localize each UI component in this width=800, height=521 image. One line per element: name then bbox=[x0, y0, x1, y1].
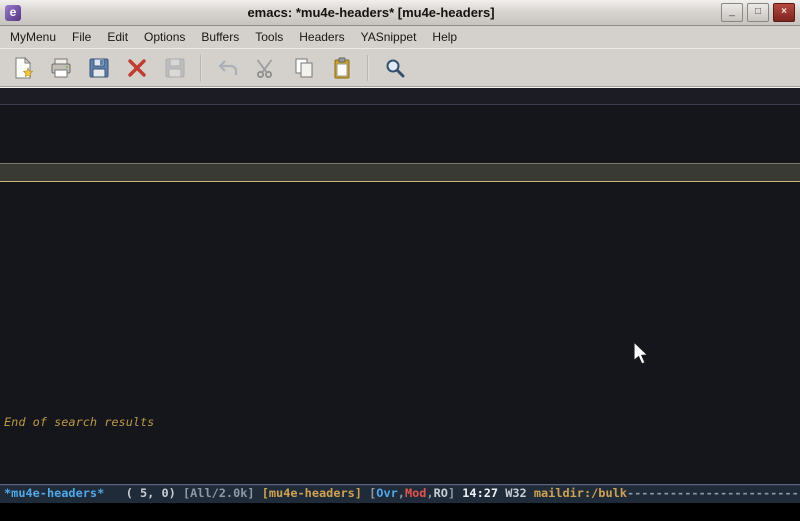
modeline-segment: Ovr bbox=[376, 486, 397, 500]
message-row[interactable]: 2012-08-10 uN Bastien | Re: [O] my captu… bbox=[0, 163, 800, 182]
menu-buffers[interactable]: Buffers bbox=[193, 27, 247, 47]
message-row[interactable]: 2012-08-10 uN Bastien | Re: [O] [PATCH] … bbox=[0, 255, 800, 270]
message-list: D -> delete uN Andreas Röhler | Re: movi… bbox=[0, 105, 800, 415]
message-row[interactable]: 2012-08-09 uN robertcInSD | Re: Invoking… bbox=[0, 400, 800, 415]
menu-tools[interactable]: Tools bbox=[247, 27, 291, 47]
print-icon[interactable] bbox=[44, 53, 77, 83]
menu-yasnippet[interactable]: YASnippet bbox=[353, 27, 425, 47]
message-row[interactable]: 2012-08-10 S Bastien + Re: [O] Using org… bbox=[0, 284, 800, 299]
message-row[interactable]: 2012-08-10 S Suvayu Ali | Re: Emacs for … bbox=[0, 386, 800, 401]
modeline-segment: , bbox=[398, 486, 405, 500]
emacs-window: e emacs: *mu4e-headers* [mu4e-headers] _… bbox=[0, 0, 800, 521]
empty-buffer-space bbox=[0, 430, 800, 484]
toolbar-separator bbox=[200, 55, 202, 81]
menu-file[interactable]: File bbox=[64, 27, 99, 47]
toolbar-separator bbox=[367, 55, 369, 81]
buffer-area: ▼ Date Flgs From/To Subject D -> delete … bbox=[0, 87, 800, 521]
message-row[interactable]: 2012-08-10 uN Mario Sanchez Prada | Expo… bbox=[0, 134, 800, 149]
modeline-segment: W32 bbox=[505, 486, 534, 500]
menu-options[interactable]: Options bbox=[136, 27, 193, 47]
maximize-button[interactable]: □ bbox=[747, 3, 769, 22]
modeline-segment: , bbox=[426, 486, 433, 500]
save-icon[interactable] bbox=[82, 53, 115, 83]
minimize-button[interactable]: _ bbox=[721, 3, 743, 22]
message-row[interactable]: 2012-08-10 S Michael Welle \ Re: [O] Usi… bbox=[0, 298, 800, 313]
emacs-app-icon: e bbox=[5, 5, 21, 21]
message-row[interactable]: d -> trash 0 S webmaster@straightd... | … bbox=[0, 313, 800, 328]
paste-icon[interactable] bbox=[325, 53, 358, 83]
message-row[interactable]: 2012-08-10 uaN Bastien | Re: [O] Add the… bbox=[0, 269, 800, 284]
menu-help[interactable]: Help bbox=[424, 27, 465, 47]
cut-icon[interactable] bbox=[249, 53, 282, 83]
menu-headers[interactable]: Headers bbox=[291, 27, 352, 47]
modeline-segment: ( 5, 0) bbox=[104, 486, 183, 500]
message-row[interactable]: d -> trash 0 S Juanjo Marin - Re: Videos… bbox=[0, 240, 800, 255]
headers-column-row: ▼ Date Flgs From/To Subject bbox=[0, 88, 800, 105]
modeline-segment: -------------------------------- bbox=[627, 486, 800, 500]
modeline-segment: maildir:/bulk bbox=[534, 486, 627, 500]
message-row[interactable]: D -> delete uaN Bastien | Re: [O] possib… bbox=[0, 119, 800, 134]
message-row[interactable]: d -> trash 0 uN Thierry Volpiatto | Re: … bbox=[0, 211, 800, 226]
message-row[interactable]: 2012-08-10 uN Xan Lopez - Re: Videos fro… bbox=[0, 225, 800, 240]
message-row[interactable]: 2012-08-10 uN HardKor | Question about k… bbox=[0, 182, 800, 197]
menubar: MyMenuFileEditOptionsBuffersToolsHeaders… bbox=[0, 26, 800, 48]
toolbar bbox=[0, 48, 800, 87]
modeline: *mu4e-headers* ( 5, 0) [All/2.0k] [mu4e-… bbox=[0, 484, 800, 503]
save-as-icon[interactable] bbox=[158, 53, 191, 83]
title-bar: e emacs: *mu4e-headers* [mu4e-headers] _… bbox=[0, 0, 800, 26]
menu-mymenu[interactable]: MyMenu bbox=[2, 27, 64, 47]
modeline-segment: Mod bbox=[405, 486, 426, 500]
message-row[interactable]: 2012-08-10 uN Bastien | Re: [O] Birthday… bbox=[0, 148, 800, 163]
message-row[interactable]: D -> delete uN Andreas Röhler | Re: movi… bbox=[0, 105, 800, 120]
modeline-segment: 14:27 bbox=[462, 486, 505, 500]
new-file-icon[interactable] bbox=[6, 53, 39, 83]
message-row[interactable]: 2012-08-10 uN 'Mash (Thomas Herbert) | R… bbox=[0, 371, 800, 386]
window-title: emacs: *mu4e-headers* [mu4e-headers] bbox=[25, 5, 717, 20]
modeline-segment: [All/2.0k] bbox=[183, 486, 262, 500]
end-of-results-text: End of search results bbox=[0, 415, 800, 430]
message-row[interactable]: 2012-08-10 uN Florian Müllner \ Re: Comp… bbox=[0, 357, 800, 372]
modeline-segment: *mu4e-headers* bbox=[4, 486, 104, 500]
modeline-segment: ] bbox=[448, 486, 462, 500]
close-button[interactable]: × bbox=[773, 3, 795, 22]
echo-area[interactable] bbox=[0, 503, 800, 521]
search-icon[interactable] bbox=[378, 53, 411, 83]
modeline-segment: RO bbox=[434, 486, 448, 500]
undo-icon[interactable] bbox=[211, 53, 244, 83]
message-row[interactable]: 2012-08-10 S Lanoxx + Re: Compiling glib… bbox=[0, 342, 800, 357]
message-row[interactable]: 2012-08-10 S Francesco Mazzoli | Slow NN… bbox=[0, 328, 800, 343]
menu-edit[interactable]: Edit bbox=[99, 27, 136, 47]
modeline-segment: [mu4e-headers] bbox=[262, 486, 369, 500]
message-row[interactable]: 2012-08-10 uN Frans Oilinki | GTK3 depre… bbox=[0, 196, 800, 211]
close-buffer-icon[interactable] bbox=[120, 53, 153, 83]
copy-icon[interactable] bbox=[287, 53, 320, 83]
